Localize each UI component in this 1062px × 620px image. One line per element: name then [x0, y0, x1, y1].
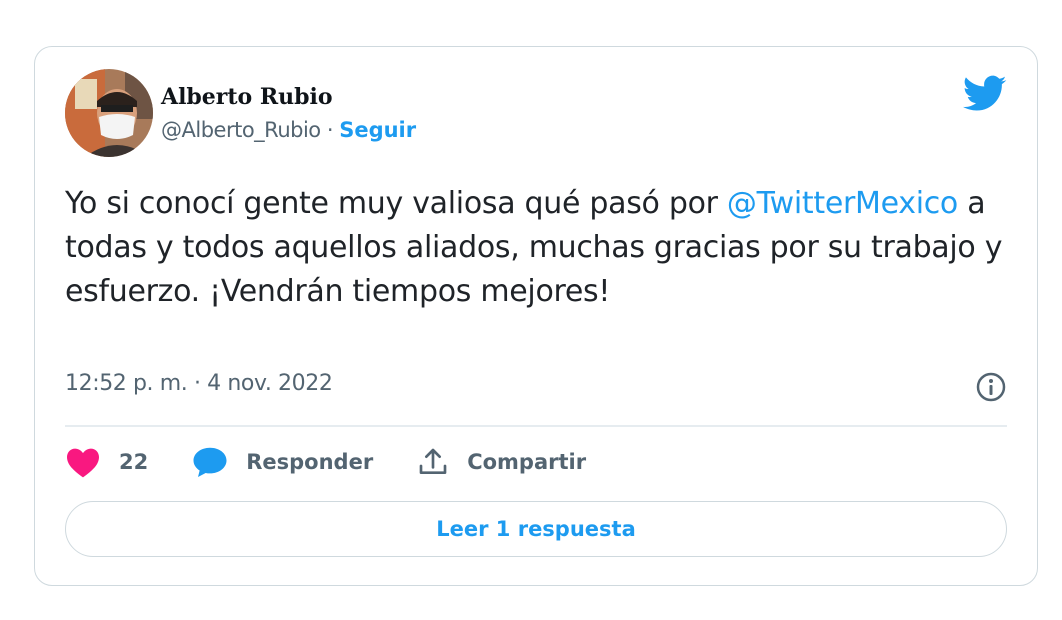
- tweet-timestamp[interactable]: 12:52 p. m. · 4 nov. 2022: [65, 371, 333, 396]
- reply-bubble-icon: [193, 447, 227, 477]
- avatar[interactable]: [65, 69, 153, 157]
- author-name[interactable]: Alberto Rubio: [161, 83, 416, 111]
- like-count: 22: [119, 450, 149, 474]
- reply-button[interactable]: Responder: [192, 445, 373, 479]
- info-icon[interactable]: [975, 371, 1007, 403]
- tweet-card: Alberto Rubio @Alberto_Rubio · Seguir Yo…: [34, 46, 1038, 586]
- handle-separator: ·: [326, 118, 334, 142]
- author-block: Alberto Rubio @Alberto_Rubio · Seguir: [161, 83, 416, 145]
- action-bar: 22 Responder Compartir: [65, 442, 630, 482]
- twitter-bird-icon[interactable]: [963, 75, 1007, 113]
- read-replies-button[interactable]: Leer 1 respuesta: [65, 501, 1007, 557]
- divider: [65, 425, 1007, 427]
- share-button[interactable]: Compartir: [417, 446, 586, 478]
- follow-button[interactable]: Seguir: [339, 118, 416, 142]
- handle-row: @Alberto_Rubio · Seguir: [161, 115, 416, 145]
- heart-icon: [67, 448, 99, 478]
- author-handle[interactable]: @Alberto_Rubio: [161, 118, 321, 142]
- share-icon: [419, 448, 447, 474]
- share-label: Compartir: [467, 450, 587, 474]
- reply-label: Responder: [246, 450, 374, 474]
- like-button[interactable]: 22: [65, 446, 148, 478]
- tweet-text: Yo si conocí gente muy valiosa qué pasó …: [65, 182, 1015, 314]
- tweet-text-start: Yo si conocí gente muy valiosa qué pasó …: [65, 186, 727, 221]
- mention-link[interactable]: @TwitterMexico: [727, 186, 958, 221]
